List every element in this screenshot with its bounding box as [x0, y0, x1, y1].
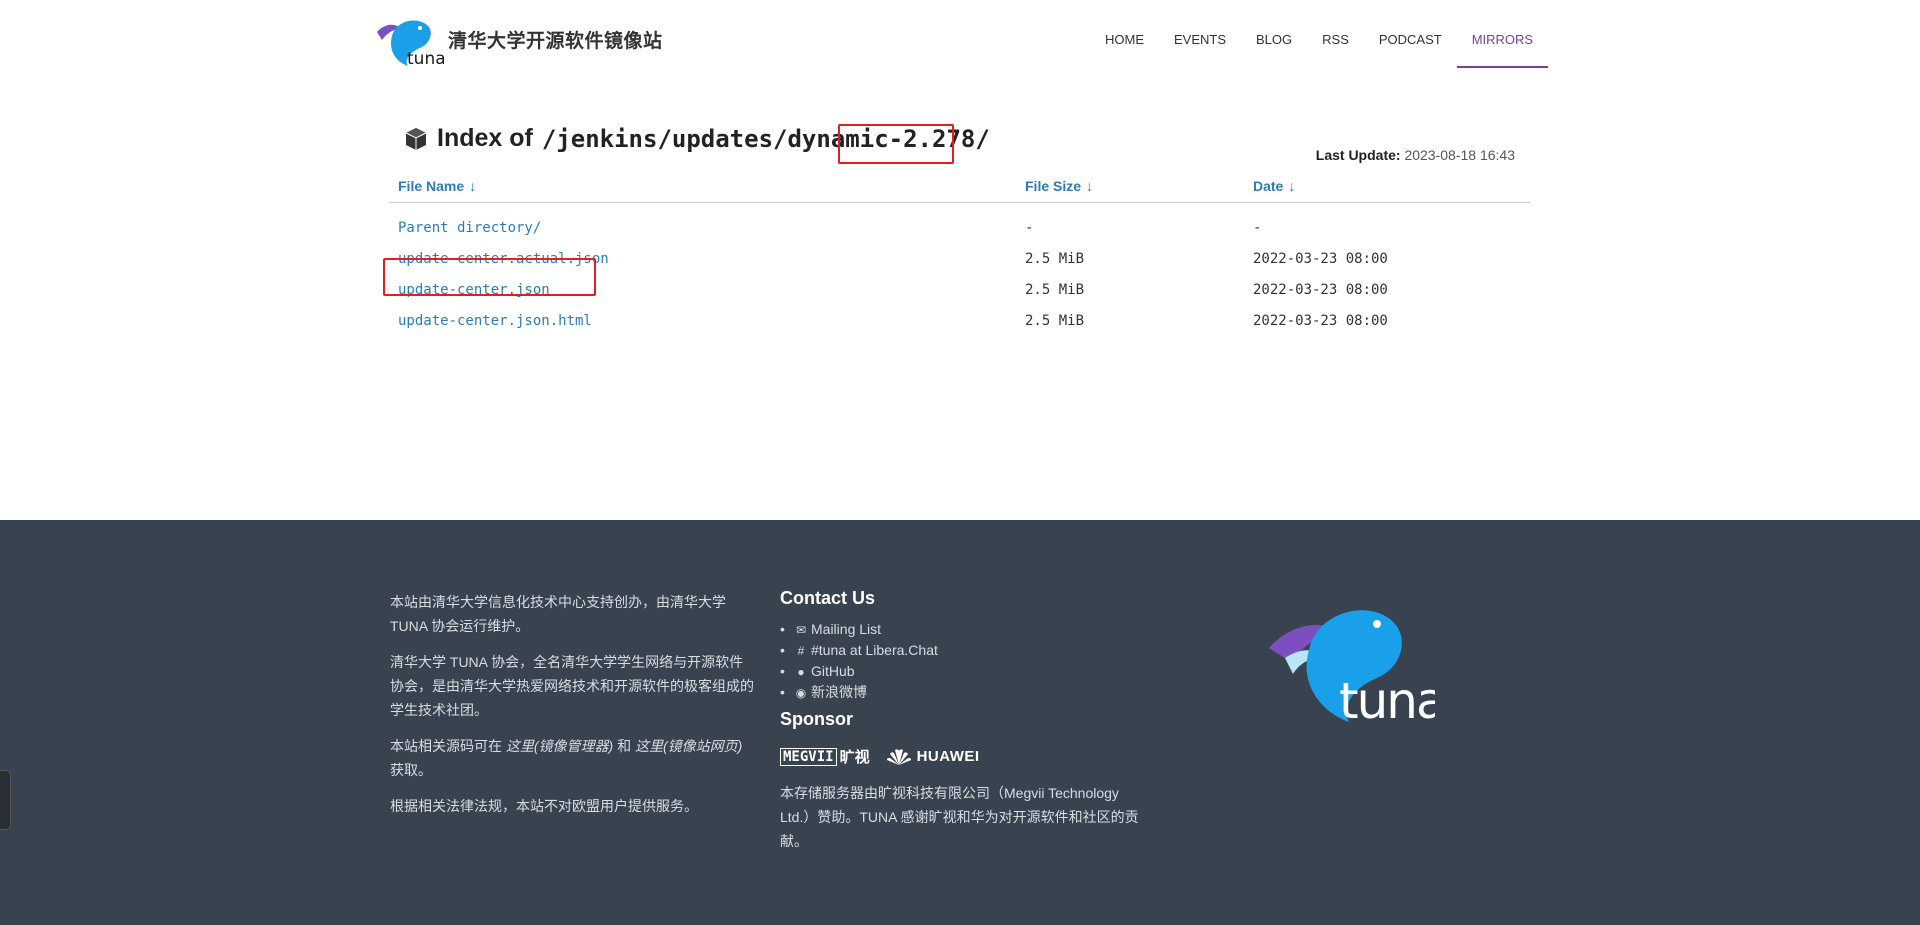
about-text: 本站相关源码可在 这里(镜像管理器) 和 这里(镜像站网页) 获取。 [390, 738, 743, 778]
tuna-fish-icon: tuna [377, 20, 446, 69]
table-row: update-center.json.html 2.5 MiB 2022-03-… [389, 305, 1530, 336]
source-link-mirror-web[interactable]: 这里(镜像站网页) [635, 738, 742, 754]
last-update-value: 2023-08-18 16:43 [1404, 147, 1515, 163]
table-header-row: File Name ↓ File Size ↓ Date ↓ [389, 170, 1530, 203]
huawei-logo[interactable]: HUAWEI [886, 748, 980, 766]
svg-text:tuna: tuna [1339, 672, 1435, 730]
sponsor-title: Sponsor [780, 709, 854, 729]
nav-rss[interactable]: RSS [1307, 0, 1364, 68]
about-text: 根据相关法律法规，本站不对欧盟用户提供服务。 [390, 798, 698, 814]
weibo-icon: ◉ [795, 686, 807, 700]
mail-icon: ✉ [795, 623, 807, 637]
sort-arrow-icon: ↓ [469, 177, 477, 194]
sponsor-note: 本存储服务器由旷视科技有限公司（Megvii Technology Ltd.）赞… [780, 785, 1139, 849]
svg-text:tuna: tuna [407, 49, 444, 68]
site-header: tuna 清华大学开源软件镜像站 HOME EVENTS BLOG RSS PO… [0, 0, 1920, 80]
last-update-label: Last Update: [1315, 147, 1401, 163]
side-panel-handle[interactable] [0, 770, 11, 830]
col-date[interactable]: Date ↓ [1244, 170, 1530, 203]
hashtag-icon: # [797, 644, 805, 658]
table-row: Parent directory/ - - [389, 202, 1530, 243]
contact-title: Contact Us [780, 588, 876, 608]
tuna-logo[interactable]: tuna [374, 14, 446, 69]
file-size: 2.5 MiB [1025, 312, 1085, 329]
file-size: - [1025, 219, 1034, 236]
contact-list: ✉Mailing List ##tuna at Libera.Chat ●Git… [780, 619, 1150, 703]
about-section: 本站由清华大学信息化技术中心支持创办，由清华大学 TUNA 协会运行维护。 清华… [390, 590, 755, 830]
title-prefix: Index of [437, 124, 533, 152]
megvii-logo[interactable]: MEGVII [780, 747, 837, 766]
contact-item-weibo[interactable]: ◉新浪微博 [780, 682, 1150, 703]
about-text: 清华大学 TUNA 协会，全名清华大学学生网络与开源软件协会，是由清华大学热爱网… [390, 654, 754, 718]
source-link-mirror-manager[interactable]: 这里(镜像管理器) [506, 738, 613, 754]
main-nav: HOME EVENTS BLOG RSS PODCAST MIRRORS [1090, 0, 1549, 68]
last-update: Last Update: 2023-08-18 16:43 [1316, 147, 1515, 163]
file-link[interactable]: update-center.json.html [398, 313, 592, 329]
contact-item-mailing-list[interactable]: ✉Mailing List [780, 619, 1150, 640]
sponsor-logos: MEGVII 旷视 HUAWEI [780, 746, 1150, 767]
site-title[interactable]: 清华大学开源软件镜像站 [448, 26, 663, 53]
contact-section: Contact Us ✉Mailing List ##tuna at Liber… [780, 588, 1150, 853]
file-date: 2022-03-23 08:00 [1253, 312, 1388, 329]
nav-home[interactable]: HOME [1090, 0, 1159, 68]
contact-item-github[interactable]: ●GitHub [780, 661, 1150, 682]
path-base: /jenkins/updates/dynami [541, 124, 875, 153]
cube-icon [405, 127, 427, 150]
col-file-name[interactable]: File Name ↓ [389, 170, 1016, 203]
nav-podcast[interactable]: PODCAST [1364, 0, 1457, 68]
col-file-size[interactable]: File Size ↓ [1016, 170, 1244, 203]
highlight-version-box [838, 124, 954, 164]
file-listing-table: File Name ↓ File Size ↓ Date ↓ Parent direc… [389, 170, 1530, 336]
file-size: 2.5 MiB [1025, 250, 1085, 267]
file-date: 2022-03-23 08:00 [1253, 281, 1388, 298]
footer-tuna-logo: tuna [1265, 598, 1447, 738]
highlight-file-box [383, 258, 596, 296]
file-link-parent[interactable]: Parent directory/ [398, 220, 541, 236]
sort-arrow-icon: ↓ [1086, 177, 1094, 194]
nav-blog[interactable]: BLOG [1241, 0, 1307, 68]
file-size: 2.5 MiB [1025, 281, 1085, 298]
megvii-logo-cn[interactable]: 旷视 [840, 746, 870, 767]
huawei-flower-icon [886, 748, 911, 765]
contact-item-irc[interactable]: ##tuna at Libera.Chat [780, 640, 1150, 661]
site-footer: 本站由清华大学信息化技术中心支持创办，由清华大学 TUNA 协会运行维护。 清华… [0, 520, 1920, 925]
nav-events[interactable]: EVENTS [1159, 0, 1241, 68]
tuna-fish-icon: tuna [1269, 610, 1447, 730]
about-text: 本站由清华大学信息化技术中心支持创办，由清华大学 TUNA 协会运行维护。 [390, 594, 726, 634]
file-date: 2022-03-23 08:00 [1253, 250, 1388, 267]
sort-arrow-icon: ↓ [1288, 177, 1296, 194]
nav-mirrors[interactable]: MIRRORS [1456, 0, 1549, 68]
github-icon: ● [797, 665, 805, 679]
file-date: - [1253, 219, 1262, 236]
